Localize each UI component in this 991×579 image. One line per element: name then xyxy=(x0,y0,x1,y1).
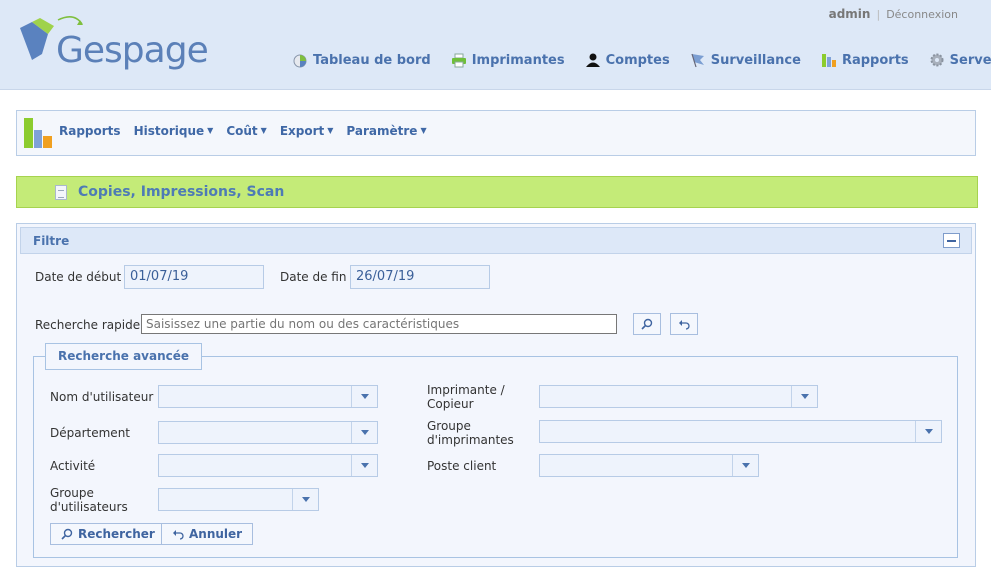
dropdown-arrow-icon xyxy=(791,386,817,407)
nav-monitoring[interactable]: Surveillance xyxy=(690,52,801,68)
department-label: Département xyxy=(50,426,130,440)
user-bar: admin | Déconnexion xyxy=(828,7,958,21)
menu-history[interactable]: Historique ▼ xyxy=(134,124,214,138)
gespage-logo: Gespage xyxy=(18,14,218,76)
nav-reports[interactable]: Rapports xyxy=(821,52,909,68)
menu-reports[interactable]: Rapports xyxy=(59,124,121,138)
search-button[interactable]: Rechercher xyxy=(50,523,166,545)
quick-search-button[interactable] xyxy=(633,313,661,335)
nav-printers-label: Imprimantes xyxy=(471,52,565,68)
quick-search-input[interactable] xyxy=(141,314,617,334)
nav-dashboard[interactable]: Tableau de bord xyxy=(292,52,431,68)
nav-dashboard-label: Tableau de bord xyxy=(313,52,431,68)
activity-select[interactable] xyxy=(158,454,378,477)
nav-monitoring-label: Surveillance xyxy=(710,52,801,68)
cancel-button[interactable]: Annuler xyxy=(161,523,254,545)
user-group-label: Groupe d'utilisateurs xyxy=(50,486,128,514)
collapse-button[interactable] xyxy=(943,233,960,248)
gear-icon xyxy=(930,53,944,67)
printer-label: Imprimante / Copieur xyxy=(427,383,505,411)
username-label: Nom d'utilisateur xyxy=(50,390,154,404)
user-icon xyxy=(585,53,600,67)
reports-menu: Rapports Historique ▼ Coût ▼ Export ▼ Param… xyxy=(59,124,440,138)
client-select[interactable] xyxy=(539,454,759,477)
dropdown-arrow-icon xyxy=(351,422,377,443)
username-select[interactable] xyxy=(158,385,378,408)
username: admin xyxy=(828,7,871,21)
reports-toolbar: Rapports Historique ▼ Coût ▼ Export ▼ Param… xyxy=(16,110,976,156)
nav-server-label: Serveur xyxy=(949,52,991,68)
end-date-label: Date de fin xyxy=(280,270,347,284)
nav-reports-label: Rapports xyxy=(841,52,909,68)
search-icon xyxy=(61,528,73,540)
app-header: Gespage admin | Déconnexion Tableau de bor… xyxy=(0,0,991,90)
dropdown-arrow-icon xyxy=(915,421,941,442)
menu-cost[interactable]: Coût ▼ xyxy=(226,124,267,138)
section-title-bar: Copies, Impressions, Scan xyxy=(16,176,978,208)
dashboard-icon xyxy=(293,54,307,68)
logo-text: Gespage xyxy=(56,30,209,71)
nav-server[interactable]: Serveur xyxy=(929,52,991,68)
dropdown-arrow-icon xyxy=(292,489,318,510)
printer-group-label: Groupe d'imprimantes xyxy=(427,419,514,447)
activity-label: Activité xyxy=(50,459,96,473)
undo-icon xyxy=(679,320,690,330)
menu-settings[interactable]: Paramètre ▼ xyxy=(346,124,426,138)
quick-reset-button[interactable] xyxy=(670,313,698,335)
department-select[interactable] xyxy=(158,421,378,444)
nav-printers[interactable]: Imprimantes xyxy=(451,52,565,68)
advanced-search-tab[interactable]: Recherche avancée xyxy=(45,343,203,370)
chevron-down-icon: ▼ xyxy=(420,126,427,135)
nav-accounts-label: Comptes xyxy=(605,52,670,68)
nav-accounts[interactable]: Comptes xyxy=(585,52,670,68)
dropdown-arrow-icon xyxy=(732,455,758,476)
search-button-label: Rechercher xyxy=(78,527,155,541)
flag-icon xyxy=(691,53,704,68)
main-nav: Tableau de bord Imprimantes Comptes Surv… xyxy=(292,52,991,68)
document-icon xyxy=(55,185,67,200)
chart-icon xyxy=(821,54,836,67)
logout-link[interactable]: Déconnexion xyxy=(886,8,958,21)
printer-select[interactable] xyxy=(539,385,818,408)
dropdown-arrow-icon xyxy=(351,386,377,407)
chevron-down-icon: ▼ xyxy=(327,126,334,135)
start-date-field[interactable]: 01/07/19 xyxy=(124,265,264,289)
search-icon xyxy=(641,318,653,330)
undo-icon xyxy=(173,530,184,540)
filter-header: Filtre xyxy=(20,227,972,254)
dropdown-arrow-icon xyxy=(351,455,377,476)
quick-search-label: Recherche rapide xyxy=(35,318,141,332)
filter-title: Filtre xyxy=(33,234,70,248)
printer-icon xyxy=(451,53,466,68)
end-date-field[interactable]: 26/07/19 xyxy=(350,265,490,289)
user-group-select[interactable] xyxy=(158,488,319,511)
chevron-down-icon: ▼ xyxy=(260,126,267,135)
page-title: Copies, Impressions, Scan xyxy=(78,184,285,200)
chevron-down-icon: ▼ xyxy=(207,126,214,135)
client-label: Poste client xyxy=(427,459,497,473)
menu-export[interactable]: Export ▼ xyxy=(280,124,334,138)
printer-group-select[interactable] xyxy=(539,420,942,443)
start-date-label: Date de début xyxy=(35,270,122,284)
reports-chart-icon xyxy=(24,118,52,148)
cancel-button-label: Annuler xyxy=(189,527,243,541)
